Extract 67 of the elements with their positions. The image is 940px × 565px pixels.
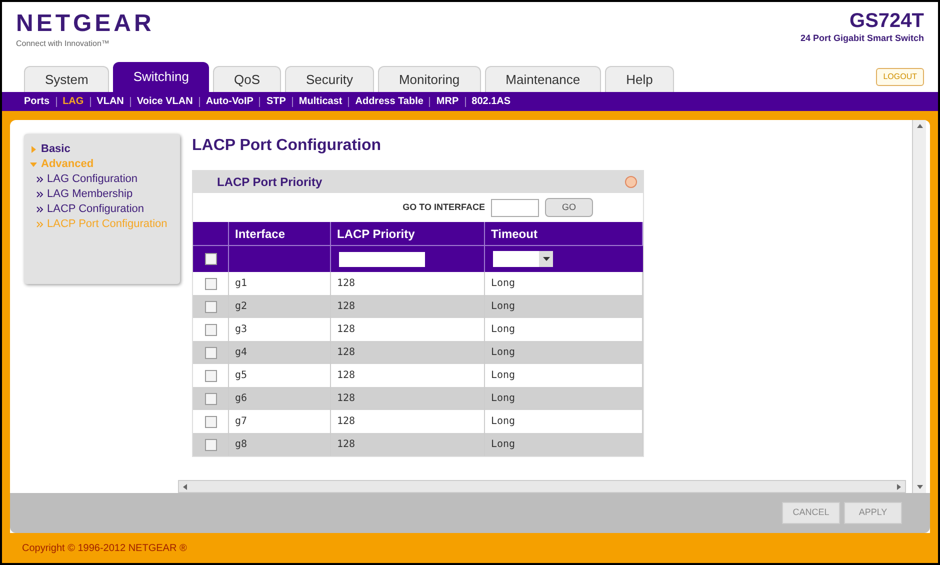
checkbox[interactable] [204,416,216,428]
checkbox[interactable] [204,438,216,450]
table-cell: Long [485,387,643,410]
subnav-link[interactable]: Auto-VoIP [206,94,254,109]
goto-input-field[interactable] [491,198,539,216]
bullet-icon [36,206,43,213]
goto-label: GO TO INTERFACE [402,200,485,214]
table-cell: Long [485,295,643,318]
subnav-link[interactable]: Ports [24,94,50,109]
scroll-down-icon[interactable] [916,485,922,489]
go-button[interactable]: GO [545,198,593,217]
bullet-icon [36,176,43,183]
table-cell: 128 [331,341,485,364]
nav-tab[interactable]: Security [285,66,374,92]
logo: NETGEAR [16,10,154,38]
panel-title: LACP Port Priority [216,174,322,191]
sidebar-link[interactable]: LAG Membership [47,187,133,202]
checkbox[interactable] [204,278,216,290]
table-cell: 128 [331,387,485,410]
copyright: Copyright © 1996-2012 NETGEAR ® [22,542,187,556]
column-header: Interface [229,222,331,245]
subnav-link[interactable]: STP [266,94,286,109]
table-cell: g4 [229,341,331,364]
bullet-icon [36,191,43,198]
checkbox[interactable] [204,300,216,312]
subnav-link[interactable]: Voice VLAN [136,94,193,109]
checkbox[interactable] [204,392,216,404]
model-name: GS724T [850,10,924,32]
horizontal-scrollbar[interactable] [178,480,906,493]
nav-tab[interactable]: Maintenance [484,66,602,92]
table-cell: 128 [331,295,485,318]
scroll-left-icon[interactable] [183,484,187,490]
subnav-link[interactable]: LAG [62,94,84,109]
nav-tab[interactable]: Help [605,66,674,92]
sidebar-link[interactable]: LAG Configuration [47,172,138,187]
checkbox[interactable] [204,324,216,336]
subnav-link[interactable]: 802.1AS [472,94,511,109]
bullet-icon [36,221,43,228]
table-cell: g8 [229,433,331,456]
sidebar-link[interactable]: Basic [41,142,70,157]
nav-tab[interactable]: System [24,66,110,92]
vertical-scrollbar[interactable] [912,120,926,493]
checkbox[interactable] [204,370,216,382]
subnav-link[interactable]: Multicast [298,94,342,109]
table-cell: Long [485,341,643,364]
priority-input-field[interactable] [339,252,425,266]
help-icon[interactable] [625,176,637,188]
subnav-link[interactable]: VLAN [96,94,124,109]
scroll-up-icon[interactable] [916,124,922,128]
model-subtitle: 24 Port Gigabit Smart Switch [800,32,924,45]
sidebar-link[interactable]: LACP Configuration [47,202,144,217]
nav-tab[interactable]: QoS [212,66,281,92]
subnav-link[interactable]: MRP [436,94,459,109]
page-title: LACP Port Configuration [192,136,382,156]
scroll-right-icon[interactable] [897,484,901,490]
nav-tab[interactable]: Switching [113,62,209,92]
subnav-link[interactable]: Address Table [355,94,424,109]
checkbox[interactable] [204,346,216,358]
table-cell: g6 [229,387,331,410]
checkbox[interactable] [204,253,216,265]
column-header: LACP Priority [331,222,485,245]
nav-tab[interactable]: Monitoring [378,66,481,92]
column-header: Timeout [485,222,643,245]
table-cell: 128 [331,433,485,456]
table-cell: Long [485,433,643,456]
tagline: Connect with Innovation™ [16,38,110,50]
table-cell: g2 [229,295,331,318]
